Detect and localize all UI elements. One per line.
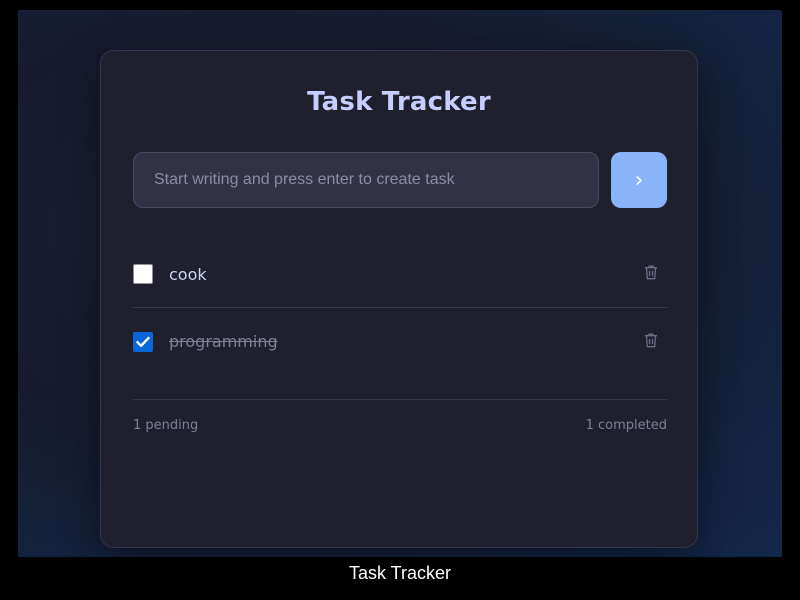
- page-title: Task Tracker: [307, 87, 491, 117]
- task-summary: 1 pending 1 completed: [133, 399, 667, 433]
- new-task-input[interactable]: [133, 152, 599, 208]
- new-task-row: ›: [133, 152, 667, 208]
- window-caption: Task Tracker: [348, 563, 452, 583]
- completed-count: 1 completed: [585, 418, 667, 433]
- trash-icon[interactable]: [643, 263, 659, 281]
- trash-icon[interactable]: [643, 331, 659, 349]
- task-item-cook: cook: [133, 241, 667, 308]
- add-task-button[interactable]: ›: [611, 152, 667, 208]
- task-item-programming: programming: [133, 308, 667, 375]
- checkmark-icon: [136, 336, 150, 347]
- task-tracker-card: Task Tracker › cook: [100, 50, 698, 548]
- chevron-right-icon: ›: [634, 167, 644, 193]
- task-label: cook: [169, 264, 207, 284]
- task-checkbox-programming[interactable]: [133, 331, 153, 352]
- task-checkbox-cook[interactable]: [133, 264, 153, 284]
- task-list: cook programming: [133, 241, 667, 375]
- app-viewport: Task Tracker › cook: [18, 10, 782, 557]
- task-label: programming: [169, 332, 278, 351]
- pending-count: 1 pending: [133, 418, 199, 433]
